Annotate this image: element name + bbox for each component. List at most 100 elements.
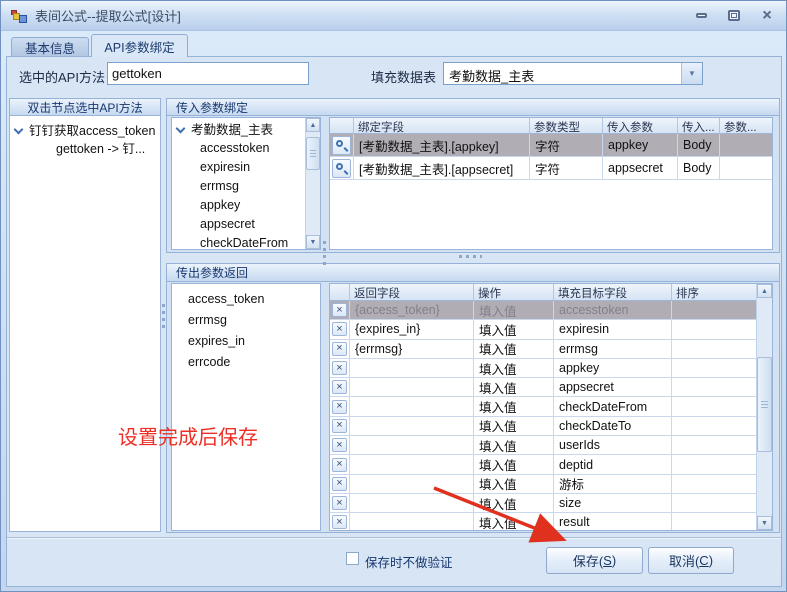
input-binding-row[interactable]: [考勤数据_主表].[appsecret] 字符 appsecret Body <box>330 157 772 180</box>
cell-operation[interactable]: 填入值 <box>474 340 554 358</box>
lookup-button[interactable] <box>332 159 351 178</box>
scrollbar-vertical[interactable]: ▲ ▼ <box>305 118 320 249</box>
cell-input-param[interactable]: appsecret <box>603 157 678 179</box>
output-return-row[interactable]: × {expires_in} 填入值 expiresin <box>330 320 756 339</box>
tab-basic-info[interactable]: 基本信息 <box>11 37 89 56</box>
output-return-row[interactable]: × 填入值 size <box>330 494 756 513</box>
no-validate-checkbox[interactable] <box>346 552 359 565</box>
close-button[interactable]: × <box>758 8 776 24</box>
scrollbar-vertical[interactable]: ▲ ▼ <box>756 284 772 530</box>
cell-sort[interactable] <box>672 397 756 415</box>
output-return-row[interactable]: × 填入值 游标 <box>330 475 756 494</box>
tree-item[interactable]: errmsg <box>172 177 305 196</box>
scroll-down-icon[interactable]: ▼ <box>306 235 320 249</box>
cell-operation[interactable]: 填入值 <box>474 320 554 338</box>
cancel-button[interactable]: 取消(C) <box>648 547 734 574</box>
cell-return-field[interactable] <box>350 378 474 396</box>
output-return-row[interactable]: × 填入值 userIds <box>330 436 756 455</box>
cell-param-extra[interactable] <box>720 134 772 156</box>
col-operation[interactable]: 操作 <box>474 284 554 300</box>
cell-sort[interactable] <box>672 417 756 435</box>
col-input-param[interactable]: 传入参数 <box>603 118 678 133</box>
cell-target-field[interactable]: accesstoken <box>554 301 672 319</box>
cell-sort[interactable] <box>672 475 756 493</box>
save-button[interactable]: 保存(S) <box>546 547 643 574</box>
cell-operation[interactable]: 填入值 <box>474 475 554 493</box>
scroll-down-icon[interactable]: ▼ <box>757 516 772 530</box>
output-return-row[interactable]: × 填入值 appkey <box>330 359 756 378</box>
tree-item[interactable]: checkDateFrom <box>172 234 305 249</box>
list-item[interactable]: expires_in <box>172 331 320 352</box>
delete-row-button[interactable]: × <box>332 515 347 529</box>
scroll-up-icon[interactable]: ▲ <box>757 284 772 298</box>
cell-target-field[interactable]: 游标 <box>554 475 672 493</box>
cell-operation[interactable]: 填入值 <box>474 301 554 319</box>
tree-node-method[interactable]: gettoken -> 钉... <box>10 140 160 158</box>
api-method-input[interactable] <box>107 62 309 85</box>
scroll-thumb[interactable] <box>757 357 772 452</box>
list-item[interactable]: errmsg <box>172 310 320 331</box>
tree-item[interactable]: appkey <box>172 196 305 215</box>
tree-item[interactable]: accesstoken <box>172 139 305 158</box>
cell-target-field[interactable]: appsecret <box>554 378 672 396</box>
col-input-more[interactable]: 传入... <box>678 118 720 133</box>
minimize-button[interactable] <box>692 8 710 24</box>
delete-row-button[interactable]: × <box>332 496 347 510</box>
delete-row-button[interactable]: × <box>332 342 347 356</box>
fill-table-combobox[interactable]: 考勤数据_主表 ▼ <box>443 62 703 85</box>
cell-return-field[interactable]: {expires_in} <box>350 320 474 338</box>
cell-sort[interactable] <box>672 494 756 512</box>
cell-pass-via[interactable]: Body <box>678 157 720 179</box>
cell-return-field[interactable] <box>350 359 474 377</box>
scroll-up-icon[interactable]: ▲ <box>306 118 320 132</box>
cell-operation[interactable]: 填入值 <box>474 494 554 512</box>
cell-sort[interactable] <box>672 301 756 319</box>
col-target-field[interactable]: 填充目标字段 <box>554 284 672 300</box>
cell-operation[interactable]: 填入值 <box>474 436 554 454</box>
cell-sort[interactable] <box>672 378 756 396</box>
lookup-button[interactable] <box>332 136 351 155</box>
cell-target-field[interactable]: size <box>554 494 672 512</box>
delete-row-button[interactable]: × <box>332 322 347 336</box>
cell-operation[interactable]: 填入值 <box>474 378 554 396</box>
cell-param-type[interactable]: 字符 <box>530 134 603 156</box>
tree-node-table[interactable]: 考勤数据_主表 <box>172 121 305 139</box>
delete-row-button[interactable]: × <box>332 458 347 472</box>
cell-operation[interactable]: 填入值 <box>474 359 554 377</box>
tab-api-binding[interactable]: API参数绑定 <box>91 34 188 57</box>
tree-item[interactable]: expiresin <box>172 158 305 177</box>
delete-row-button[interactable]: × <box>332 361 347 375</box>
cell-target-field[interactable]: expiresin <box>554 320 672 338</box>
tree-node-root[interactable]: 钉钉获取access_token <box>10 122 160 140</box>
col-return-field[interactable]: 返回字段 <box>350 284 474 300</box>
cell-return-field[interactable] <box>350 436 474 454</box>
cell-return-field[interactable] <box>350 475 474 493</box>
scroll-thumb[interactable] <box>306 137 320 170</box>
output-return-row[interactable]: × 填入值 checkDateTo <box>330 417 756 436</box>
input-binding-row[interactable]: [考勤数据_主表].[appkey] 字符 appkey Body <box>330 134 772 157</box>
delete-row-button[interactable]: × <box>332 477 347 491</box>
list-item[interactable]: errcode <box>172 352 320 373</box>
cell-input-param[interactable]: appkey <box>603 134 678 156</box>
delete-row-button[interactable]: × <box>332 400 347 414</box>
tree-item[interactable]: appsecret <box>172 215 305 234</box>
cell-binding-field[interactable]: [考勤数据_主表].[appsecret] <box>354 157 530 179</box>
output-return-row[interactable]: × 填入值 deptid <box>330 455 756 474</box>
delete-row-button[interactable]: × <box>332 380 347 394</box>
maximize-button[interactable] <box>725 8 743 24</box>
output-return-row[interactable]: × 填入值 result <box>330 513 756 530</box>
col-param-more[interactable]: 参数... <box>720 118 772 133</box>
cell-target-field[interactable]: userIds <box>554 436 672 454</box>
cell-pass-via[interactable]: Body <box>678 134 720 156</box>
cell-target-field[interactable]: deptid <box>554 455 672 473</box>
list-item[interactable]: access_token <box>172 289 320 310</box>
splitter-horizontal[interactable] <box>459 255 482 258</box>
cell-return-field[interactable] <box>350 417 474 435</box>
cell-target-field[interactable]: result <box>554 513 672 530</box>
expander-icon[interactable] <box>14 125 24 135</box>
dropdown-button[interactable]: ▼ <box>681 63 702 84</box>
cell-return-field[interactable] <box>350 494 474 512</box>
cell-operation[interactable]: 填入值 <box>474 417 554 435</box>
output-return-row[interactable]: × 填入值 checkDateFrom <box>330 397 756 416</box>
cell-return-field[interactable]: {access_token} <box>350 301 474 319</box>
